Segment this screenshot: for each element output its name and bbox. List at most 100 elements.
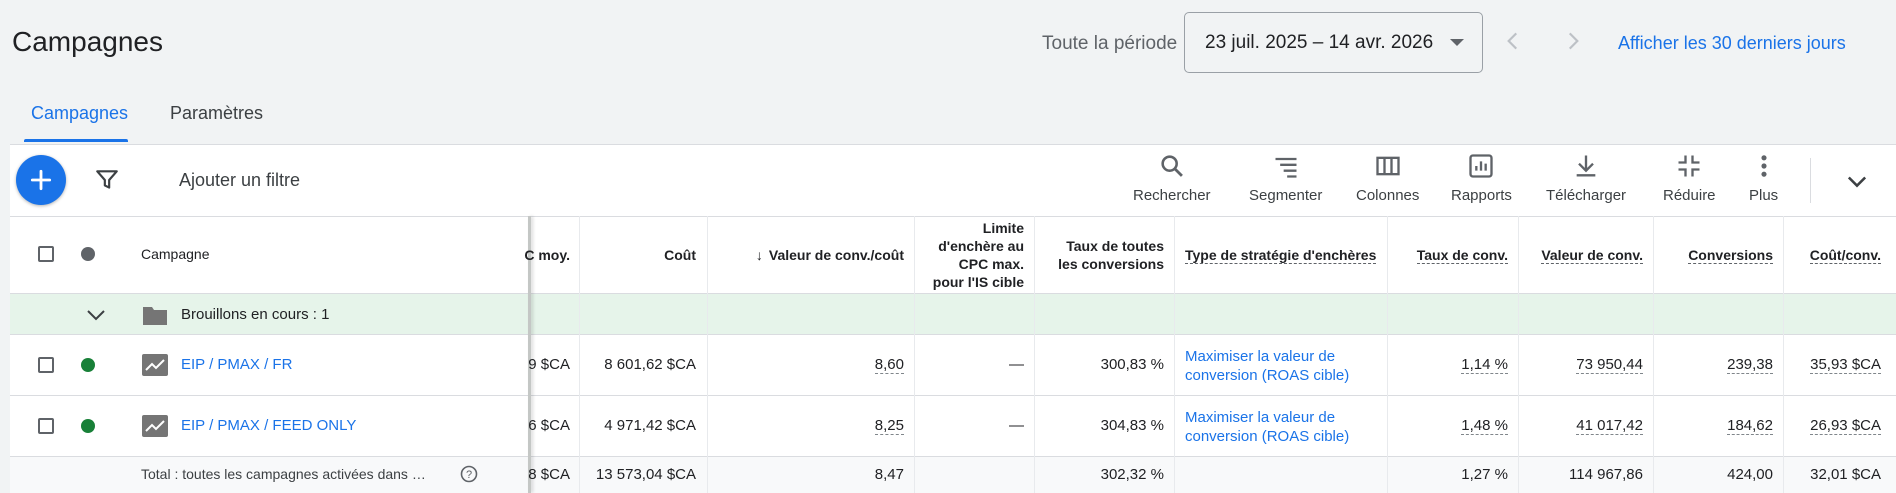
add-filter-input[interactable]: Ajouter un filtre xyxy=(179,170,300,191)
reports-icon xyxy=(1469,154,1494,178)
conv-value-value[interactable]: 41 017,42 xyxy=(1518,417,1643,435)
next-period-button[interactable] xyxy=(1560,28,1586,54)
search-label: Rechercher xyxy=(1133,187,1211,204)
columns-icon xyxy=(1376,156,1400,176)
search-button[interactable]: Rechercher xyxy=(1133,152,1211,204)
total-conversions: 424,00 xyxy=(1727,466,1773,483)
campaign-name-link[interactable]: EIP / PMAX / FEED ONLY xyxy=(181,417,356,434)
header-strategy-type[interactable]: Type de stratégie d'enchères xyxy=(1185,246,1377,264)
header-bid-limit-line2: d'enchère au xyxy=(938,238,1024,254)
download-label: Télécharger xyxy=(1546,187,1627,204)
add-campaign-button[interactable] xyxy=(16,155,66,205)
header-conv-rate[interactable]: Taux de conv. xyxy=(1387,246,1508,264)
header-conv-value-label: Valeur de conv. xyxy=(1541,247,1643,264)
cost-per-conv-text: 26,93 $CA xyxy=(1810,417,1881,435)
reports-label: Rapports xyxy=(1451,187,1512,204)
pmax-campaign-icon xyxy=(142,415,168,437)
conversions-text: 239,38 xyxy=(1727,356,1773,374)
download-button[interactable]: Télécharger xyxy=(1546,152,1626,204)
conv-rate-value[interactable]: 1,48 % xyxy=(1387,417,1508,435)
segment-icon xyxy=(1275,157,1297,178)
row-checkbox[interactable] xyxy=(38,418,54,434)
more-button[interactable]: Plus xyxy=(1749,152,1778,204)
header-conv-value-cost[interactable]: ↓ Valeur de conv./coût xyxy=(720,246,904,264)
bid-strategy-line1: Maximiser la valeur de xyxy=(1185,409,1336,426)
conv-value-text: 73 950,44 xyxy=(1576,356,1643,374)
filter-icon[interactable] xyxy=(94,167,120,193)
columns-button[interactable]: Colonnes xyxy=(1356,152,1419,204)
date-range-value: 23 juil. 2025 – 14 avr. 2026 xyxy=(1205,31,1434,53)
header-conversions[interactable]: Conversions xyxy=(1653,246,1773,264)
column-divider xyxy=(1174,216,1175,493)
campaign-name-link[interactable]: EIP / PMAX / FR xyxy=(181,356,292,373)
total-cost: 13 573,04 $CA xyxy=(595,466,696,483)
conv-rate-text: 1,48 % xyxy=(1461,417,1508,435)
more-label: Plus xyxy=(1749,187,1779,204)
conversions-value[interactable]: 184,62 xyxy=(1653,417,1773,435)
segment-label: Segmenter xyxy=(1249,187,1323,204)
search-icon xyxy=(1161,155,1183,177)
enabled-status-icon xyxy=(81,419,95,433)
status-header-icon xyxy=(81,247,95,261)
conversions-text: 184,62 xyxy=(1727,417,1773,435)
cpc-avg-value: 9 $CA xyxy=(528,356,570,373)
expand-toolbar-button[interactable] xyxy=(1843,167,1871,195)
header-conv-value[interactable]: Valeur de conv. xyxy=(1518,246,1643,264)
expand-drafts-chevron-icon[interactable] xyxy=(84,303,108,327)
drafts-label: Brouillons en cours : 1 xyxy=(181,306,330,323)
select-all-checkbox[interactable] xyxy=(38,246,54,262)
bid-strategy-link[interactable]: Maximiser la valeur de conversion (ROAS … xyxy=(1185,347,1349,385)
last-30-days-link[interactable]: Afficher les 30 derniers jours xyxy=(1618,33,1846,54)
previous-period-button[interactable] xyxy=(1500,28,1526,54)
header-conversions-label: Conversions xyxy=(1688,247,1773,264)
tab-campaigns[interactable]: Campagnes xyxy=(31,103,128,124)
more-icon xyxy=(1761,155,1767,177)
segment-button[interactable]: Segmenter xyxy=(1249,152,1322,204)
conv-value-value[interactable]: 73 950,44 xyxy=(1518,356,1643,374)
reports-button[interactable]: Rapports xyxy=(1451,152,1512,204)
header-cost[interactable]: Coût xyxy=(600,246,696,264)
chevron-right-icon xyxy=(1568,32,1579,50)
date-range-select[interactable]: 23 juil. 2025 – 14 avr. 2026 xyxy=(1184,12,1483,73)
total-conv-rate: 1,27 % xyxy=(1461,466,1508,483)
conv-rate-text: 1,14 % xyxy=(1461,356,1508,374)
pmax-campaign-icon xyxy=(142,354,168,376)
header-conv-value-cost-label: Valeur de conv./coût xyxy=(768,247,904,263)
header-all-conv-rate[interactable]: Taux de toutes les conversions xyxy=(1034,237,1164,273)
header-conv-rate-label: Taux de conv. xyxy=(1416,247,1508,264)
plus-icon xyxy=(30,169,52,191)
header-cpc-avg[interactable]: C moy. xyxy=(520,246,570,264)
header-campaign[interactable]: Campagne xyxy=(141,246,210,262)
cost-per-conv-value[interactable]: 35,93 $CA xyxy=(1783,356,1881,374)
cost-per-conv-value[interactable]: 26,93 $CA xyxy=(1783,417,1881,435)
cpc-avg-value: 6 $CA xyxy=(528,417,570,434)
header-strategy-type-label: Type de stratégie d'enchères xyxy=(1185,247,1377,264)
header-bid-limit-line3: CPC max. xyxy=(958,256,1024,272)
conv-rate-value[interactable]: 1,14 % xyxy=(1387,356,1508,374)
conversions-value[interactable]: 239,38 xyxy=(1653,356,1773,374)
header-cost-per-conv-label: Coût/conv. xyxy=(1809,247,1881,264)
columns-label: Colonnes xyxy=(1356,187,1420,204)
sort-arrow-icon: ↓ xyxy=(755,247,763,263)
chevron-down-icon xyxy=(1847,176,1867,188)
help-icon[interactable]: ? xyxy=(460,465,478,483)
row-checkbox[interactable] xyxy=(38,357,54,373)
header-bid-limit[interactable]: Limite d'enchère au CPC max. pour l'IS c… xyxy=(914,219,1024,291)
total-label: Total : toutes les campagnes activées da… xyxy=(141,466,426,482)
conv-value-cost-value[interactable]: 8,25 xyxy=(708,417,904,435)
column-divider xyxy=(707,216,708,493)
folder-icon xyxy=(142,304,168,326)
header-bid-limit-line1: Limite xyxy=(982,220,1024,236)
collapse-button[interactable]: Réduire xyxy=(1663,152,1716,204)
enabled-status-icon xyxy=(81,358,95,372)
cost-per-conv-text: 35,93 $CA xyxy=(1810,356,1881,374)
period-label: Toute la période xyxy=(1042,33,1178,54)
bid-strategy-line2: conversion (ROAS cible) xyxy=(1185,367,1350,384)
conv-value-text: 41 017,42 xyxy=(1576,417,1643,435)
conv-value-cost-text: 8,60 xyxy=(874,356,904,374)
total-cost-per-conv: 32,01 $CA xyxy=(1810,466,1881,483)
header-cost-per-conv[interactable]: Coût/conv. xyxy=(1783,246,1881,264)
conv-value-cost-value[interactable]: 8,60 xyxy=(708,356,904,374)
bid-strategy-link[interactable]: Maximiser la valeur de conversion (ROAS … xyxy=(1185,408,1349,446)
tab-settings[interactable]: Paramètres xyxy=(170,103,263,124)
